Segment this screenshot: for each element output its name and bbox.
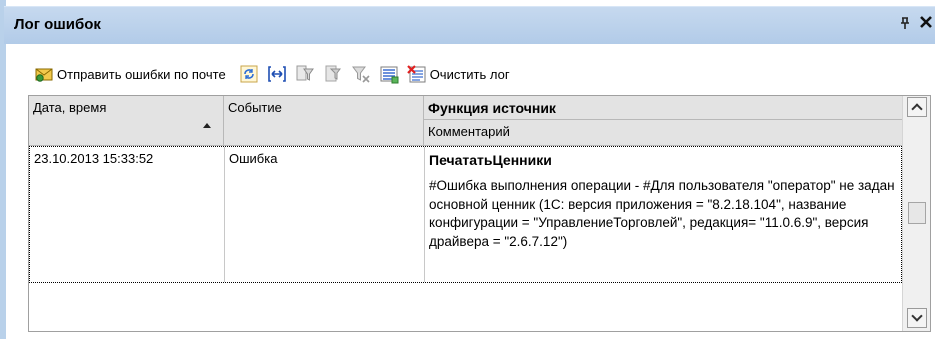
column-header-event-label: Событие — [228, 100, 282, 115]
pin-icon[interactable] — [898, 16, 912, 32]
close-icon[interactable] — [916, 12, 935, 35]
toolbar: Отправить ошибки по почте Очистить лог — [30, 58, 513, 90]
cell-event: Ошибка — [229, 151, 278, 166]
envelope-icon — [33, 63, 55, 85]
chevron-down-icon — [911, 310, 923, 322]
error-log-table: Дата, время Событие Функция источник Ком… — [28, 95, 931, 332]
send-errors-button[interactable]: Отправить ошибки по почте — [30, 60, 229, 88]
column-header-event[interactable]: Событие — [224, 96, 424, 146]
column-header-comment-label: Комментарий — [428, 124, 510, 139]
cell-date: 23.10.2013 15:33:52 — [34, 151, 154, 166]
filter-button[interactable] — [291, 60, 319, 88]
column-header-comment[interactable]: Комментарий — [424, 120, 902, 146]
clear-log-icon — [406, 63, 428, 85]
filter-icon — [294, 63, 316, 85]
cell-source-func: ПечататьЦенники — [429, 152, 552, 168]
cell-divider — [224, 147, 225, 282]
panel-title-bar: Лог ошибок — [4, 6, 935, 44]
panel-left-edge — [0, 0, 6, 339]
filter-off-icon — [350, 63, 372, 85]
column-header-source-func[interactable]: Функция источник — [424, 96, 902, 120]
cell-comment: #Ошибка выполнения операции - #Для польз… — [429, 178, 895, 249]
list-icon — [378, 63, 400, 85]
clear-log-label: Очистить лог — [429, 66, 510, 82]
refresh-icon — [238, 63, 260, 85]
scroll-down-button[interactable] — [907, 308, 927, 328]
clear-log-button[interactable]: Очистить лог — [403, 60, 513, 88]
column-header-date-label: Дата, время — [33, 100, 107, 115]
send-errors-label: Отправить ошибки по почте — [57, 66, 226, 82]
column-width-button[interactable] — [263, 60, 291, 88]
list-button[interactable] — [375, 60, 403, 88]
filter-clear-button[interactable] — [319, 60, 347, 88]
column-header-source-func-label: Функция источник — [428, 100, 556, 116]
filter-clear-icon — [322, 63, 344, 85]
vertical-scrollbar[interactable] — [902, 96, 930, 331]
scroll-thumb[interactable] — [908, 202, 926, 224]
arrows-lr-icon — [266, 63, 288, 85]
panel-title: Лог ошибок — [14, 16, 101, 33]
scroll-up-button[interactable] — [907, 97, 927, 117]
sort-ascending-icon — [203, 123, 211, 128]
table-row[interactable]: 23.10.2013 15:33:52 Ошибка ПечататьЦенни… — [29, 146, 902, 283]
refresh-button[interactable] — [235, 60, 263, 88]
column-header-date[interactable]: Дата, время — [29, 96, 224, 146]
filter-off-button[interactable] — [347, 60, 375, 88]
cell-divider — [424, 147, 425, 282]
chevron-up-icon — [911, 103, 923, 115]
error-log-panel: Лог ошибок Отправить ошибки по почте Очи… — [0, 0, 935, 339]
